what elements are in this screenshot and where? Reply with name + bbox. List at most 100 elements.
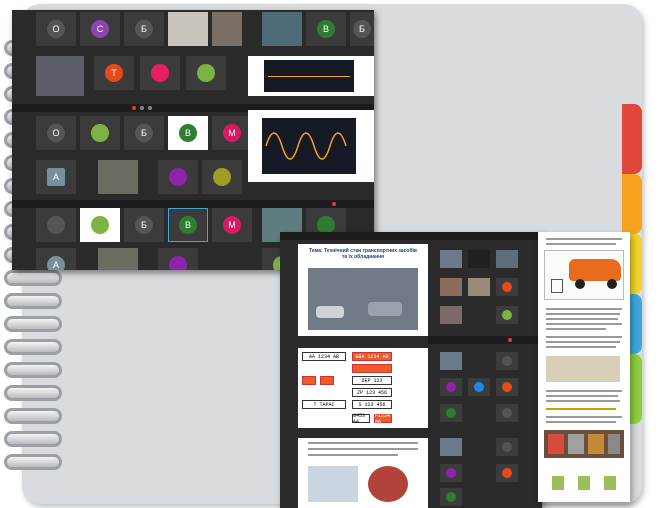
text-line — [546, 318, 618, 320]
avatar: B — [179, 124, 197, 142]
participant-tile — [80, 116, 120, 150]
avatar: O — [47, 124, 65, 142]
binder-ring — [4, 385, 62, 401]
avatar — [213, 168, 231, 186]
text-slide — [298, 438, 428, 508]
participant-tile — [140, 56, 180, 90]
license-plate: DEP 123 — [352, 376, 392, 385]
text-line — [546, 416, 622, 418]
car-body — [569, 259, 621, 281]
license-plate: BBA 1234 AB — [352, 352, 392, 361]
participant-tile — [496, 464, 518, 482]
participant-tile — [440, 378, 462, 396]
participant-tile: O — [36, 12, 76, 46]
participant-video — [36, 56, 84, 96]
text-line — [308, 448, 418, 450]
participant-tile: B — [306, 12, 346, 46]
call-toolbar — [12, 200, 374, 208]
leave-call-icon[interactable] — [132, 106, 136, 110]
license-plates-slide: АА 1234 АВ BBA 1234 AB DEP 123 ZP 123 45… — [298, 348, 428, 428]
garage-photo — [308, 268, 418, 330]
participant-tile — [496, 352, 518, 370]
avatar — [502, 442, 512, 452]
participant-tile: M — [212, 208, 252, 242]
car-shape — [368, 302, 402, 316]
leave-call-icon[interactable] — [508, 338, 512, 342]
tab-red — [622, 104, 642, 174]
binder-ring — [4, 316, 62, 332]
participant-video — [440, 278, 462, 296]
avatar — [502, 382, 512, 392]
participant-tile — [496, 306, 518, 324]
camera-icon[interactable] — [148, 106, 152, 110]
file-icon[interactable] — [552, 476, 564, 490]
avatar — [91, 124, 109, 142]
binder-ring — [4, 431, 62, 447]
text-line — [546, 346, 616, 348]
part-image — [608, 434, 620, 454]
avatar: Б — [135, 20, 153, 38]
binder-ring — [4, 362, 62, 378]
avatar — [502, 282, 512, 292]
avatar — [446, 408, 456, 418]
oil-bottles-image — [308, 466, 358, 502]
text-line — [546, 323, 622, 325]
file-icon[interactable] — [578, 476, 590, 490]
participant-video — [168, 12, 208, 46]
participant-tile: Б — [124, 208, 164, 242]
participant-video — [212, 12, 242, 46]
document-page-screenshot — [538, 232, 630, 502]
participant-tile: M — [212, 116, 252, 150]
participant-row: A — [12, 160, 374, 200]
gauge-photo — [546, 356, 620, 382]
participant-tile — [440, 404, 462, 422]
slide-title: Тема: Технічний стан транспортних засобі… — [308, 248, 418, 261]
part-image — [588, 434, 604, 454]
participant-tile: A — [36, 160, 76, 194]
oscilloscope-plot — [264, 60, 354, 92]
wheel — [575, 279, 585, 289]
participant-tile — [496, 404, 518, 422]
video-call-screenshot-presentation: Тема: Технічний стан транспортних засобі… — [280, 232, 542, 508]
license-plate — [320, 376, 334, 385]
text-line — [308, 454, 398, 456]
participant-tile: A — [36, 248, 76, 270]
participant-video — [440, 438, 462, 456]
avatar: M — [223, 124, 241, 142]
participant-video — [98, 160, 138, 194]
participant-row: O Б B M — [12, 110, 374, 182]
avatar: C — [91, 20, 109, 38]
license-plate: 8453 AA — [352, 413, 370, 425]
text-line — [546, 313, 620, 315]
car-diagram — [544, 250, 624, 300]
text-line — [546, 328, 606, 330]
avatar: Б — [135, 216, 153, 234]
participant-tile — [202, 160, 242, 194]
file-icon[interactable] — [604, 476, 616, 490]
avatar — [47, 216, 65, 234]
participant-video — [262, 12, 302, 46]
participant-tile — [158, 160, 198, 194]
license-plate: Т ТАРАС — [302, 400, 346, 409]
participant-tile — [158, 248, 198, 270]
car-shape — [316, 306, 344, 318]
part-image — [548, 434, 564, 454]
avatar — [502, 468, 512, 478]
presentation-slide: Тема: Технічний стан транспортних засобі… — [298, 244, 428, 336]
participant-tile — [186, 56, 226, 90]
highlighted-line — [546, 408, 616, 410]
participant-tile — [496, 378, 518, 396]
tool-device — [551, 279, 563, 293]
signal-trace — [268, 76, 350, 77]
tab-orange — [622, 174, 642, 234]
avatar — [502, 310, 512, 320]
brake-disc-image — [368, 466, 408, 502]
avatar — [151, 64, 169, 82]
avatar — [446, 492, 456, 502]
participant-video — [468, 278, 490, 296]
avatar: Б — [353, 20, 371, 38]
video-call-screenshot-top: O C Б B Б T O Б B M A Б B M A — [12, 10, 374, 270]
leave-call-icon[interactable] — [332, 202, 336, 206]
mic-icon[interactable] — [140, 106, 144, 110]
avatar: M — [223, 216, 241, 234]
